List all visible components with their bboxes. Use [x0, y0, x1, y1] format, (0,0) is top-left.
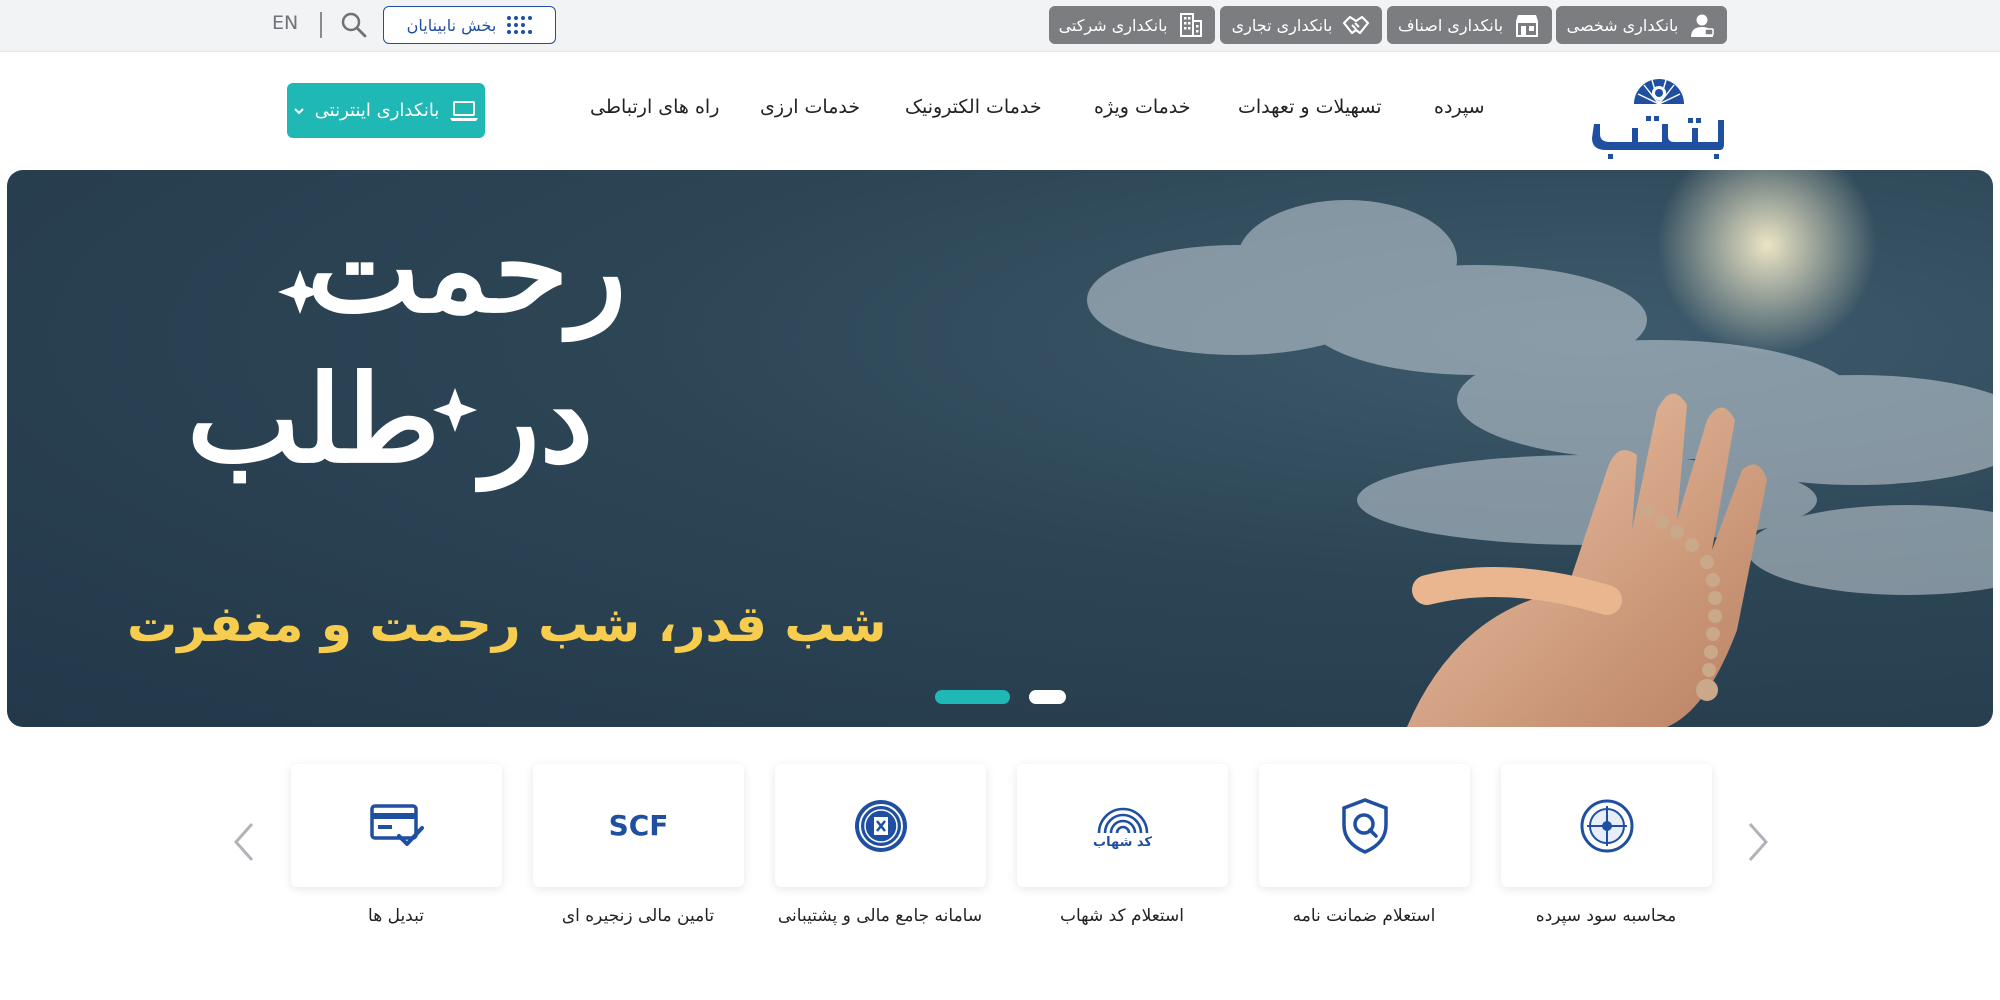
- internet-banking-button[interactable]: بانکداری اینترنتی: [287, 83, 485, 138]
- nav-facilities[interactable]: تسهیلات و تعهدات: [1238, 96, 1382, 118]
- slide-dot-1[interactable]: [935, 690, 1010, 704]
- slide-dot-2[interactable]: [1029, 690, 1066, 704]
- finance-system-icon: [854, 799, 907, 852]
- segment-label: بانکداری تجاری: [1231, 15, 1333, 35]
- building-icon: [1180, 13, 1203, 37]
- bank-logo[interactable]: [1588, 58, 1730, 160]
- shield-search-icon: [1341, 797, 1388, 854]
- shahab-icon-text: کد شهاب: [1093, 835, 1152, 850]
- scf-icon: SCF: [608, 809, 669, 842]
- language-switch[interactable]: EN: [272, 12, 298, 34]
- carousel-prev-arrow[interactable]: [230, 820, 260, 864]
- service-label: تبدیل ها: [368, 906, 424, 926]
- segment-corporate-banking[interactable]: بانکداری شرکتی: [1049, 6, 1215, 44]
- moon-glow: [1657, 170, 1877, 355]
- handshake-icon: [1343, 15, 1370, 35]
- fingerprint-icon: [1097, 807, 1148, 834]
- top-utility-bar: بانکداری شخصی بانکداری اصناف بانکداری تج…: [0, 0, 2000, 52]
- segment-commercial-banking[interactable]: بانکداری تجاری: [1220, 6, 1382, 44]
- hero-tagline: شب قدر، شب رحمت و مغفرت: [127, 595, 887, 653]
- segment-label: بانکداری شخصی: [1566, 15, 1679, 35]
- service-card-deposit-interest[interactable]: [1501, 764, 1712, 887]
- nav-deposit[interactable]: سپرده: [1434, 96, 1485, 118]
- hero-calligraphy-line2: در طلب: [187, 349, 594, 490]
- chevron-down-icon: [293, 107, 304, 114]
- nav-currency-services[interactable]: خدمات ارزی: [760, 96, 860, 118]
- service-label: استعلام ضمانت نامه: [1292, 906, 1436, 926]
- segment-label: بانکداری اصناف: [1397, 15, 1504, 35]
- blind-section-label: بخش نابینایان: [406, 15, 497, 35]
- service-card-supply-chain-finance[interactable]: SCF: [533, 764, 744, 887]
- nav-special-services[interactable]: خدمات ویژه: [1094, 96, 1191, 118]
- card-check-icon: [369, 803, 424, 846]
- nav-contact[interactable]: راه های ارتباطی: [590, 96, 719, 118]
- service-card-shahab-code[interactable]: کد شهاب: [1017, 764, 1228, 887]
- service-label: سامانه جامع مالی و پشتیبانی: [777, 906, 983, 926]
- hero-calligraphy-line1: رحمت: [307, 199, 627, 340]
- nav-electronic-services[interactable]: خدمات الکترونیک: [905, 96, 1042, 118]
- search-icon[interactable]: [339, 10, 369, 40]
- segment-guild-banking[interactable]: بانکداری اصناف: [1387, 6, 1552, 44]
- service-card-conversions[interactable]: [291, 764, 502, 887]
- service-label: تامین مالی زنجیره ای: [561, 906, 715, 926]
- service-label: استعلام کد شهاب: [1059, 906, 1185, 926]
- laptop-icon: [450, 100, 479, 121]
- person-icon: [1691, 14, 1715, 37]
- internet-banking-label: بانکداری اینترنتی: [314, 100, 440, 121]
- compass-icon: [1580, 799, 1633, 852]
- shop-icon: [1516, 15, 1539, 37]
- braille-dots-icon: [507, 16, 533, 34]
- topbar-divider: [320, 12, 322, 38]
- hero-banner[interactable]: رحمت در طلب شب قدر، شب رحمت و مغفرت: [7, 170, 1993, 727]
- bank-emblem-icon: [1634, 79, 1684, 105]
- service-card-finance-system[interactable]: [775, 764, 986, 887]
- segment-personal-banking[interactable]: بانکداری شخصی: [1556, 6, 1727, 44]
- service-card-guarantee-inquiry[interactable]: [1259, 764, 1470, 887]
- blind-section-button[interactable]: بخش نابینایان: [383, 6, 556, 44]
- bank-wordmark: [1592, 116, 1724, 159]
- segment-label: بانکداری شرکتی: [1058, 15, 1168, 35]
- service-label: محاسبه سود سپرده: [1535, 906, 1677, 926]
- carousel-next-arrow[interactable]: [1742, 820, 1772, 864]
